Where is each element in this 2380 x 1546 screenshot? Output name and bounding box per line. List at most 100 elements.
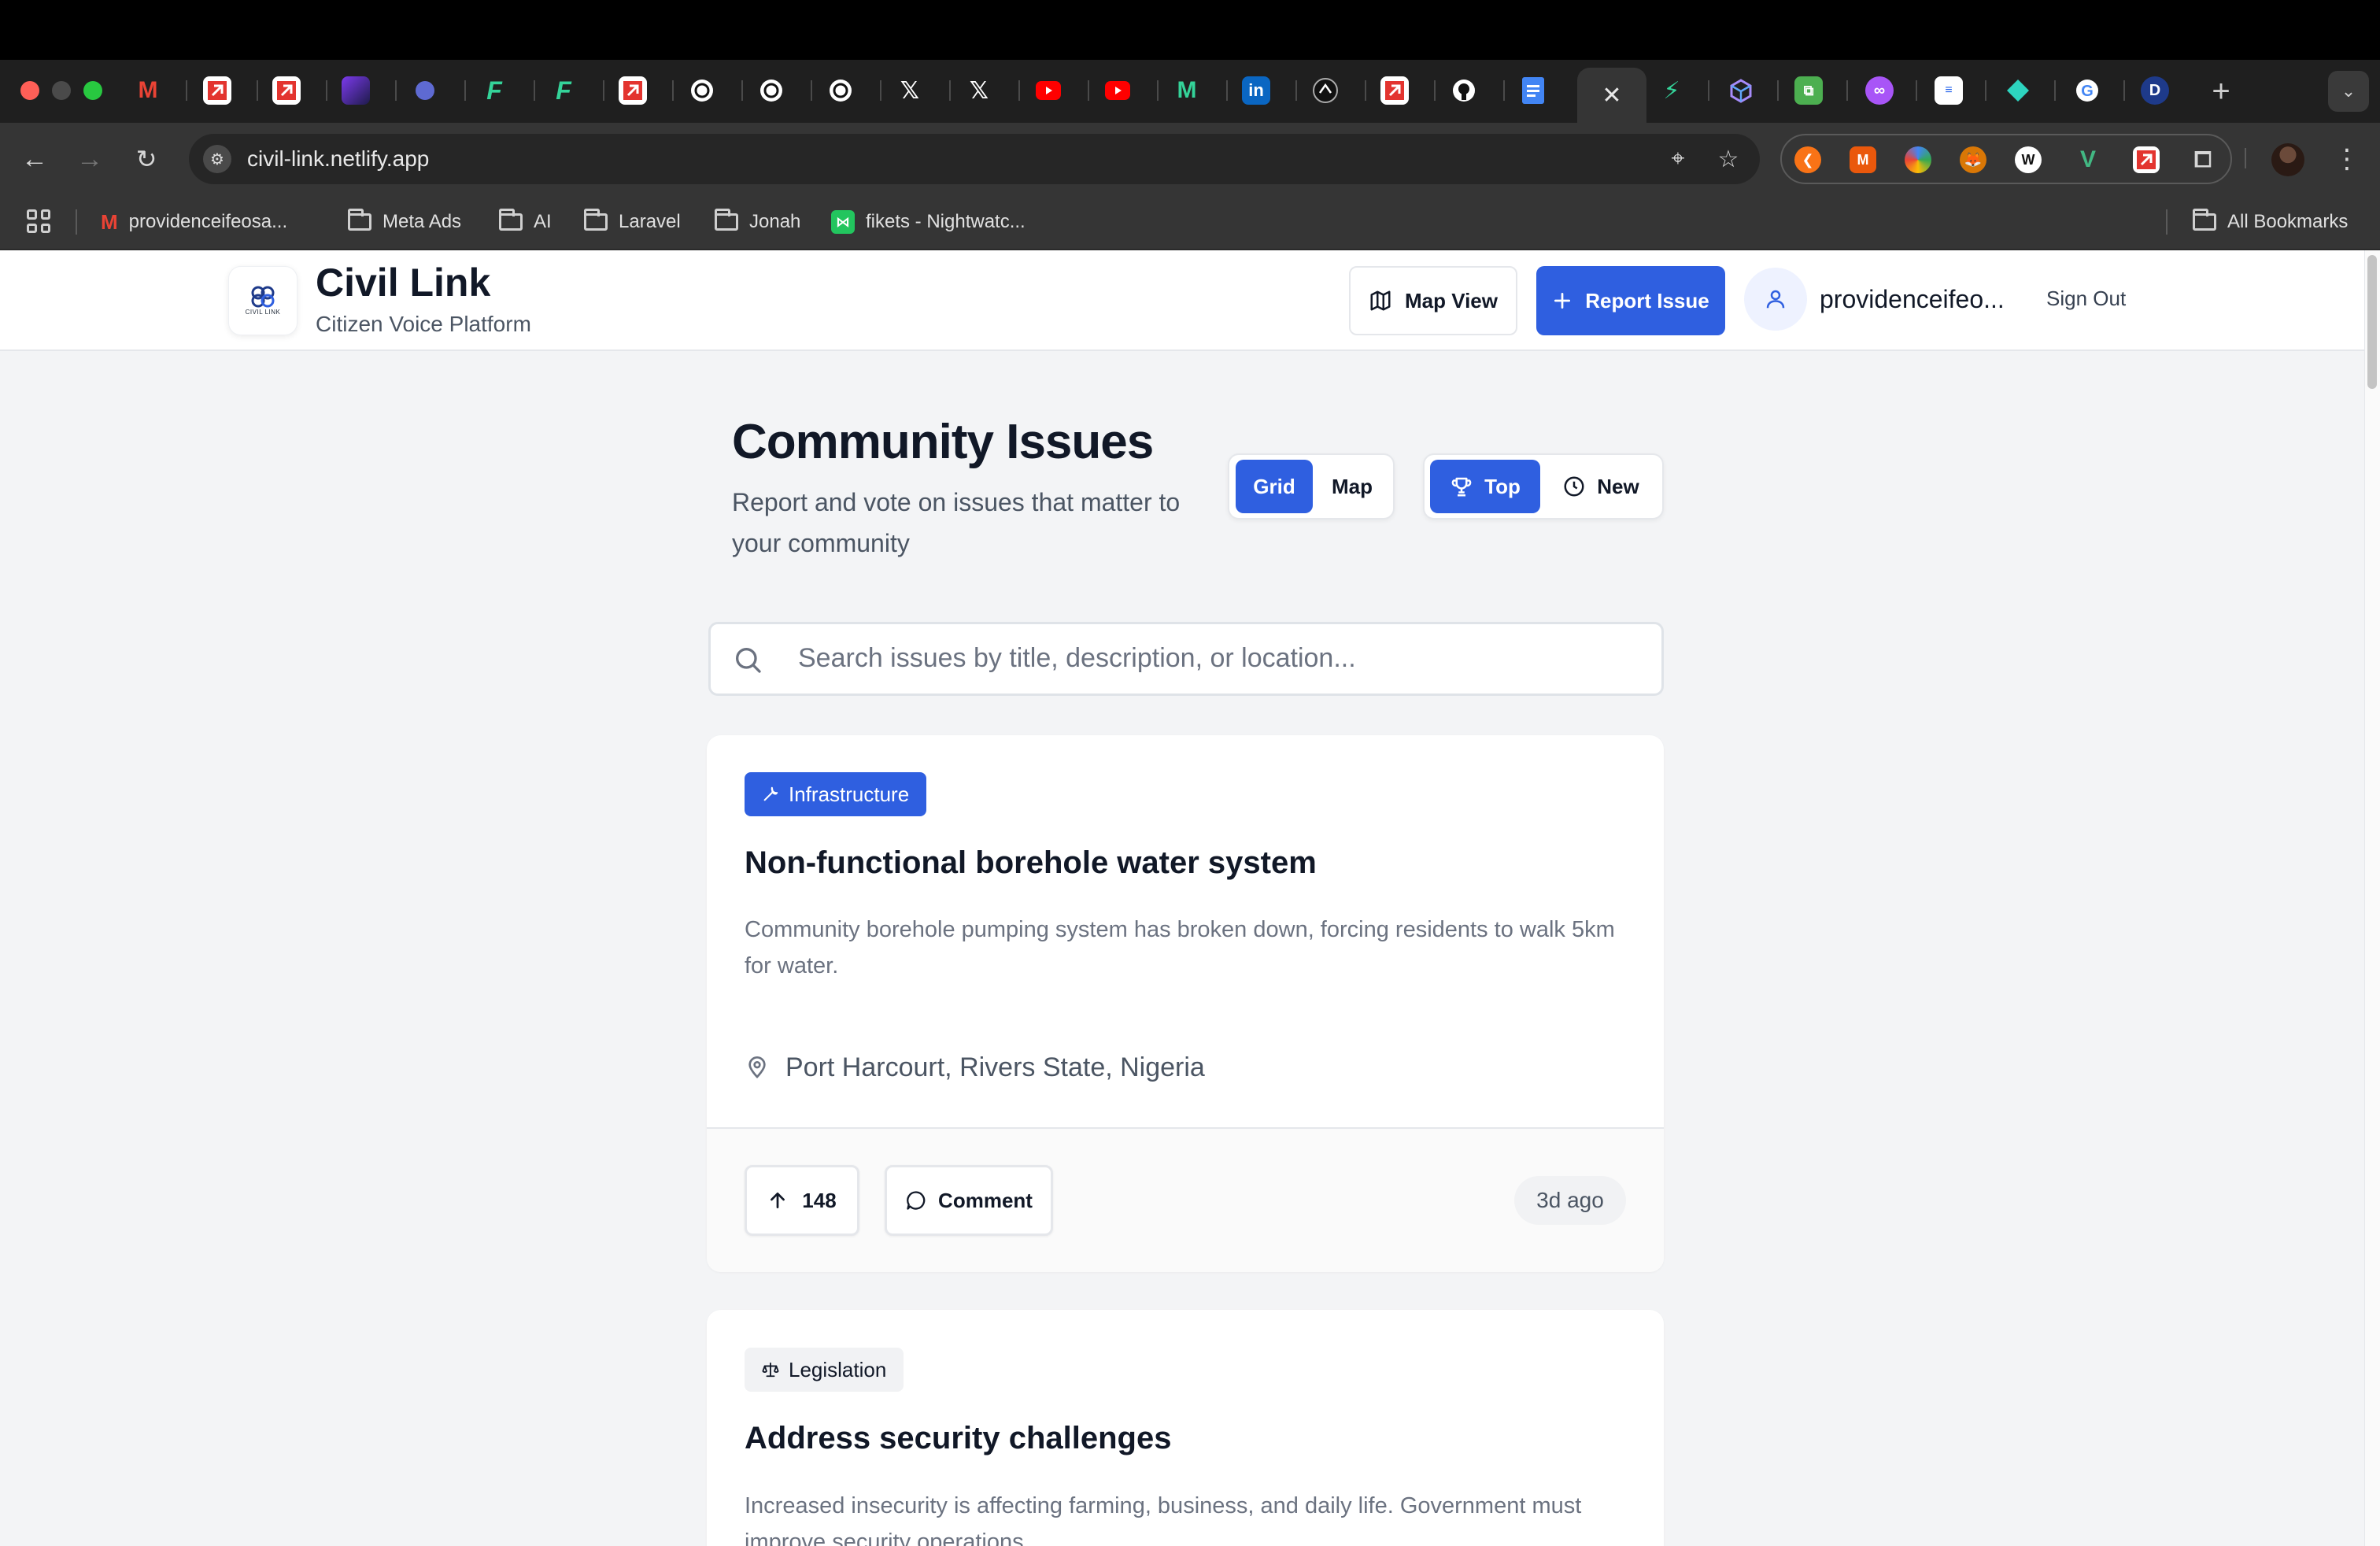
laravel-cloud-icon[interactable] [1380,76,1409,105]
bookmark-label: Laravel [619,211,681,232]
tab-separator [2123,80,2125,101]
folder-icon [499,209,523,231]
folder-icon [348,209,371,231]
bookmark-folder-meta-ads[interactable]: Meta Ads [348,206,461,238]
f-app-icon[interactable]: F [480,76,508,105]
grid-view-button[interactable]: Grid [1236,460,1313,513]
comment-button[interactable]: Comment [885,1165,1053,1236]
map-icon [1370,290,1391,311]
tab-separator [811,80,812,101]
category-badge[interactable]: Legislation [745,1348,904,1392]
profile-avatar[interactable] [2271,143,2304,176]
browser-menu-icon[interactable]: ⋮ [2331,142,2363,176]
site-info-icon[interactable]: ⚙ [203,145,231,173]
doc-app-icon[interactable]: ≡ [1935,76,1963,105]
google-docs-icon[interactable] [1519,76,1547,105]
compass-extension-icon[interactable] [1905,146,1931,173]
laravel-cloud-icon[interactable] [619,76,647,105]
tab-separator [672,80,674,101]
chatgpt-icon[interactable] [757,76,785,105]
location-icon[interactable]: ⌖ [1664,145,1692,173]
category-label: Infrastructure [789,782,910,806]
window-close-button[interactable] [20,81,39,100]
ai-app-icon[interactable] [1311,76,1340,105]
bookmark-nightwatch[interactable]: ⋈ fikets - Nightwatc... [831,206,1026,238]
chatgpt-icon[interactable] [688,76,716,105]
purple-app-icon[interactable] [342,76,370,105]
linkedin-icon[interactable]: in [1242,76,1270,105]
tab-search-button[interactable]: ⌄ [2328,71,2369,112]
laravel-cloud-icon[interactable] [203,76,231,105]
back-button[interactable]: ← [17,142,52,176]
report-issue-button[interactable]: Report Issue [1536,266,1725,335]
red-extension-icon[interactable]: M [1850,146,1876,173]
forward-button[interactable]: → [72,142,107,176]
x-icon[interactable]: 𝕏 [965,76,993,105]
youtube-icon[interactable] [1103,76,1132,105]
purple-loop-icon[interactable]: ∞ [1865,76,1894,105]
page-scrollbar[interactable] [2364,250,2380,1546]
sort-top-button[interactable]: Top [1430,460,1540,513]
folder-icon [2193,209,2216,231]
issue-location-text: Port Harcourt, Rivers State, Nigeria [785,1052,1205,1082]
youtube-icon[interactable] [1034,76,1062,105]
linear-icon[interactable] [411,76,439,105]
teal-diamond-icon[interactable] [2004,76,2032,105]
user-name[interactable]: providenceifeo... [1820,285,2005,314]
cube-icon[interactable] [1727,76,1755,105]
active-tab[interactable]: ✕ [1577,68,1646,123]
url-text[interactable]: civil-link.netlify.app [247,145,429,173]
orange-extension-icon[interactable]: ❮ [1794,146,1821,173]
map-view-button[interactable]: Map View [1349,266,1517,335]
laravel-cloud-icon[interactable] [2133,146,2160,173]
issue-title[interactable]: Address security challenges [745,1421,1171,1456]
vue-extension-icon[interactable]: V [2075,146,2101,173]
green-app-icon[interactable]: ⧉ [1794,76,1823,105]
bookmark-folder-laravel[interactable]: Laravel [584,206,681,238]
bookmark-all-bookmarks[interactable]: All Bookmarks [2193,206,2348,238]
brand-title[interactable]: Civil Link [316,260,490,305]
bookmark-star-icon[interactable]: ☆ [1714,145,1743,173]
puzzle-icon[interactable]: ⧠ [2190,146,2216,173]
category-badge[interactable]: Infrastructure [745,772,927,816]
tab-separator [741,80,743,101]
chatgpt-icon[interactable] [826,76,855,105]
google-icon[interactable]: G [2073,76,2101,105]
issue-title[interactable]: Non-functional borehole water system [745,845,1317,881]
bolt-icon[interactable]: ⚡ [1658,76,1686,105]
bookmark-folder-ai[interactable]: AI [499,206,552,238]
upvote-button[interactable]: 148 [745,1165,859,1236]
github-icon[interactable] [1450,76,1478,105]
window-zoom-button[interactable] [83,81,102,100]
bookmark-separator [2166,209,2168,235]
sign-out-link[interactable]: Sign Out [2046,287,2126,311]
search-input[interactable] [798,634,1648,682]
gmail-icon[interactable]: M [134,76,162,105]
apps-grid-icon[interactable] [27,209,50,233]
f-app-icon[interactable]: F [549,76,578,105]
x-icon[interactable]: 𝕏 [896,76,924,105]
w-extension-icon[interactable]: W [2015,146,2042,173]
reload-button[interactable]: ↻ [129,142,164,176]
new-tab-button[interactable]: + [2205,76,2237,107]
laravel-cloud-icon[interactable] [272,76,301,105]
window-minimize-button[interactable] [52,81,71,100]
user-avatar[interactable] [1744,268,1807,331]
tab-separator [186,80,187,101]
d-app-icon[interactable]: D [2141,76,2169,105]
map-view-label: Map View [1404,288,1498,313]
map-toggle-button[interactable]: Map [1316,460,1388,513]
fox-extension-icon[interactable]: 🦊 [1960,146,1986,173]
close-icon[interactable]: ✕ [1602,82,1621,109]
bookmark-folder-jonah[interactable]: Jonah [715,206,800,238]
tab-separator [257,80,258,101]
sort-new-button[interactable]: New [1546,460,1656,513]
tab-separator [1157,80,1159,101]
issue-description: Increased insecurity is affecting farmin… [745,1493,1582,1546]
comment-label: Comment [938,1188,1033,1212]
folder-icon [715,209,738,231]
tab-separator [603,80,604,101]
m-app-icon[interactable]: M [1173,76,1201,105]
bookmark-gmail[interactable]: M providenceifeosa... [101,206,287,238]
page-scrollbar-thumb[interactable] [2367,255,2377,389]
